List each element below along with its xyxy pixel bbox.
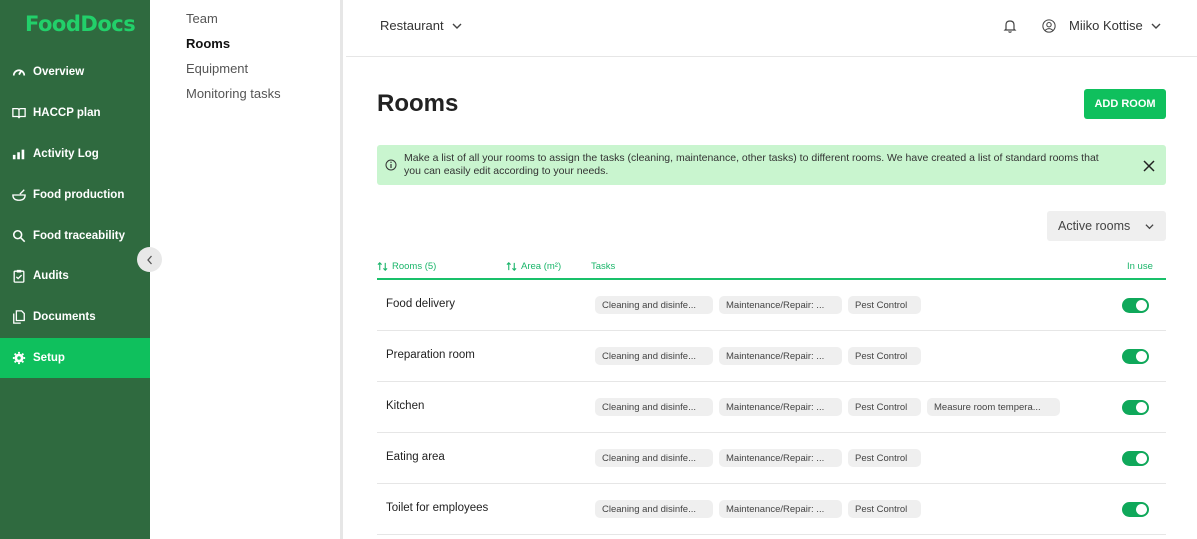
sidebar-item-food-production[interactable]: Food production [0, 174, 150, 215]
subnav-item-team[interactable]: Team [186, 11, 218, 26]
bar-chart-icon [11, 146, 27, 162]
table-row[interactable]: Kitchen Cleaning and disinfe... Maintena… [377, 382, 1166, 433]
task-chips: Cleaning and disinfe... Maintenance/Repa… [595, 347, 927, 365]
user-name: Miiko Kottise [1069, 18, 1143, 33]
sidebar-nav: Overview HACCP plan Activity Log Food pr… [0, 52, 150, 378]
chevron-down-icon [1151, 23, 1161, 29]
chevron-down-icon [452, 23, 462, 29]
table-header: Rooms (5) Area (m²) Tasks In use [377, 260, 1166, 280]
task-chip: Cleaning and disinfe... [595, 398, 713, 416]
task-chip: Cleaning and disinfe... [595, 500, 713, 518]
sidebar-item-label: Activity Log [33, 147, 99, 160]
table-row[interactable]: Preparation room Cleaning and disinfe...… [377, 331, 1166, 382]
room-name: Eating area [386, 451, 445, 463]
app-logo[interactable]: FoodDocs [25, 12, 136, 36]
sort-icon [377, 262, 388, 271]
sidebar-item-label: Documents [33, 311, 96, 324]
filter-label: Active rooms [1058, 219, 1131, 233]
column-header-tasks: Tasks [591, 261, 616, 272]
sidebar-item-activity-log[interactable]: Activity Log [0, 134, 150, 175]
in-use-toggle[interactable] [1122, 349, 1149, 364]
task-chips: Cleaning and disinfe... Maintenance/Repa… [595, 449, 927, 467]
chevron-left-icon [146, 255, 152, 264]
sort-icon [506, 262, 517, 271]
table-row[interactable]: Food delivery Cleaning and disinfe... Ma… [377, 280, 1166, 331]
sidebar-item-label: Overview [33, 66, 85, 79]
book-icon [11, 105, 27, 121]
info-text: Make a list of all your rooms to assign … [404, 152, 1099, 177]
task-chip: Measure room tempera... [927, 398, 1060, 416]
sidebar-item-haccp-plan[interactable]: HACCP plan [0, 93, 150, 134]
sidebar-item-label: Audits [33, 270, 69, 283]
sidebar-item-documents[interactable]: Documents [0, 297, 150, 338]
in-use-toggle[interactable] [1122, 400, 1149, 415]
column-header-rooms[interactable]: Rooms (5) [377, 261, 436, 272]
info-banner: Make a list of all your rooms to assign … [377, 145, 1166, 185]
task-chip: Cleaning and disinfe... [595, 347, 713, 365]
clipboard-icon [11, 268, 27, 284]
subnav-item-equipment[interactable]: Equipment [186, 61, 248, 76]
in-use-toggle[interactable] [1122, 451, 1149, 466]
documents-icon [11, 309, 27, 325]
subnav-item-rooms[interactable]: Rooms [186, 36, 230, 51]
column-header-area[interactable]: Area (m²) [506, 261, 561, 272]
room-name: Food delivery [386, 298, 456, 310]
bell-icon[interactable] [1002, 18, 1018, 34]
sidebar-item-overview[interactable]: Overview [0, 52, 150, 93]
sidebar-item-setup[interactable]: Setup [0, 337, 150, 378]
gauge-icon [11, 64, 27, 80]
subnav-item-monitoring-tasks[interactable]: Monitoring tasks [186, 86, 281, 101]
task-chip: Pest Control [848, 398, 921, 416]
task-chip: Maintenance/Repair: ... [719, 347, 842, 365]
page-title: Rooms [377, 90, 459, 117]
sidebar-item-food-traceability[interactable]: Food traceability [0, 215, 150, 256]
sidebar-item-label: Setup [33, 351, 65, 364]
in-use-toggle[interactable] [1122, 502, 1149, 517]
task-chip: Maintenance/Repair: ... [719, 449, 842, 467]
task-chip: Maintenance/Repair: ... [719, 500, 842, 518]
bowl-icon [11, 187, 27, 203]
task-chips: Cleaning and disinfe... Maintenance/Repa… [595, 398, 1066, 416]
task-chip: Pest Control [848, 500, 921, 518]
task-chips: Cleaning and disinfe... Maintenance/Repa… [595, 296, 927, 314]
task-chip: Maintenance/Repair: ... [719, 398, 842, 416]
task-chip: Cleaning and disinfe... [595, 296, 713, 314]
task-chip: Pest Control [848, 449, 921, 467]
collapse-sidebar-button[interactable] [137, 247, 162, 272]
chevron-down-icon [1145, 224, 1154, 230]
sidebar-item-label: Food traceability [33, 229, 126, 242]
task-chip: Pest Control [848, 347, 921, 365]
search-icon [11, 228, 27, 244]
add-room-button[interactable]: ADD ROOM [1084, 89, 1166, 119]
room-name: Toilet for employees [386, 502, 489, 514]
room-status-filter[interactable]: Active rooms [1047, 211, 1166, 241]
task-chip: Maintenance/Repair: ... [719, 296, 842, 314]
top-header: Restaurant Miiko Kottise [346, 0, 1197, 57]
sidebar: FoodDocs Overview HACCP plan Activity Lo… [0, 0, 150, 539]
gear-icon [11, 350, 27, 366]
sidebar-item-label: HACCP plan [33, 107, 101, 120]
close-icon[interactable] [1143, 160, 1155, 172]
room-name: Preparation room [386, 349, 475, 361]
sidebar-item-audits[interactable]: Audits [0, 256, 150, 297]
column-header-in-use: In use [1127, 261, 1153, 272]
setup-subnav: Team Rooms Equipment Monitoring tasks [150, 0, 343, 539]
task-chip: Cleaning and disinfe... [595, 449, 713, 467]
in-use-toggle[interactable] [1122, 298, 1149, 313]
info-icon [385, 159, 397, 171]
table-row[interactable]: Eating area Cleaning and disinfe... Main… [377, 433, 1166, 484]
task-chips: Cleaning and disinfe... Maintenance/Repa… [595, 500, 927, 518]
sidebar-item-label: Food production [33, 188, 125, 201]
location-label: Restaurant [380, 18, 444, 33]
user-menu[interactable]: Miiko Kottise [1042, 18, 1161, 33]
user-icon [1042, 18, 1056, 33]
location-selector[interactable]: Restaurant [380, 18, 462, 33]
task-chip: Pest Control [848, 296, 921, 314]
room-name: Kitchen [386, 400, 425, 412]
table-row[interactable]: Toilet for employees Cleaning and disinf… [377, 484, 1166, 535]
